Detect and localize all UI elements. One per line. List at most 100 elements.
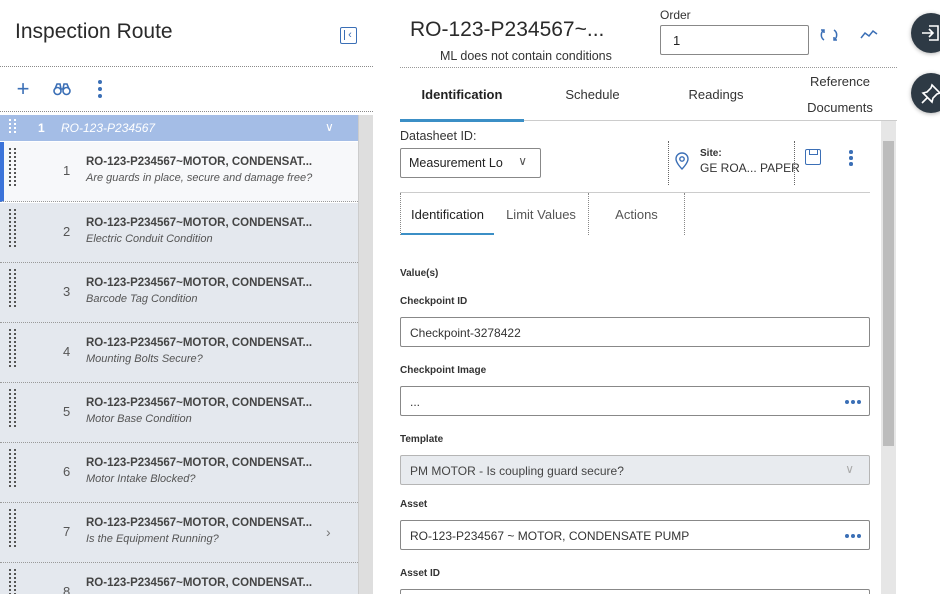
chevron-down-icon: ∨ <box>845 462 854 476</box>
list-item[interactable]: 1 RO-123-P234567~MOTOR, CONDENSAT... Are… <box>0 142 358 202</box>
trend-chart-icon[interactable] <box>860 27 880 45</box>
item-title: RO-123-P234567~MOTOR, CONDENSAT... <box>86 577 313 589</box>
subtab-identification[interactable]: Identification <box>400 193 494 235</box>
more-options-icon[interactable] <box>849 150 853 166</box>
tab-label: Documents <box>807 99 873 115</box>
chevron-right-icon[interactable]: › <box>326 524 331 540</box>
section-label: Value(s) <box>400 268 439 279</box>
template-select: PM MOTOR - Is coupling guard secure? ∨ <box>400 455 870 485</box>
field-value: PM MOTOR - Is coupling guard secure? <box>410 464 624 478</box>
item-number: 8 <box>63 584 71 594</box>
checkpoint-image-field[interactable]: ... <box>400 386 870 416</box>
ellipsis-icon[interactable] <box>845 534 861 538</box>
list-item[interactable]: 2 RO-123-P234567~MOTOR, CONDENSAT... Ele… <box>0 203 358 263</box>
item-number: 6 <box>63 464 71 479</box>
item-subtitle: Barcode Tag Condition <box>86 293 198 305</box>
checkpoint-detail-panel: RO-123-P234567~... ML does not contain c… <box>400 0 897 594</box>
item-subtitle: Is the Equipment Running? <box>86 533 219 545</box>
checkpoint-id-field[interactable]: Checkpoint-3278422 <box>400 317 870 347</box>
item-number: 4 <box>63 344 71 359</box>
drag-handle-icon[interactable] <box>9 569 17 594</box>
drag-handle-icon[interactable] <box>9 209 17 247</box>
datasheet-select[interactable]: Measurement Lo ∨ <box>400 148 541 178</box>
item-title: RO-123-P234567~MOTOR, CONDENSAT... <box>86 397 313 409</box>
divider <box>0 111 373 112</box>
list-item[interactable]: 8 RO-123-P234567~MOTOR, CONDENSAT... <box>0 563 358 594</box>
divider <box>0 66 373 67</box>
collapse-panel-icon[interactable]: ‹ <box>340 27 357 44</box>
page-title: RO-123-P234567~... <box>410 18 605 41</box>
item-number: 3 <box>63 284 71 299</box>
drag-handle-icon[interactable] <box>9 269 17 307</box>
asset-label: Asset <box>400 499 428 510</box>
tab-identification[interactable]: Identification <box>400 68 524 122</box>
subtab-limit-values[interactable]: Limit Values <box>494 193 589 235</box>
checkpoint-id-label: Checkpoint ID <box>400 296 468 307</box>
item-title: RO-123-P234567~MOTOR, CONDENSAT... <box>86 337 313 349</box>
ellipsis-icon[interactable] <box>845 400 861 404</box>
list-item[interactable]: 6 RO-123-P234567~MOTOR, CONDENSAT... Mot… <box>0 443 358 503</box>
list-item[interactable]: 4 RO-123-P234567~MOTOR, CONDENSAT... Mou… <box>0 323 358 383</box>
asset-id-label: Asset ID <box>400 568 441 579</box>
datasheet-label: Datasheet ID: <box>400 129 477 143</box>
tab-reference-documents[interactable]: Reference Documents <box>790 68 890 121</box>
panel-title: Inspection Route <box>15 20 173 43</box>
item-title: RO-123-P234567~MOTOR, CONDENSAT... <box>86 217 313 229</box>
tab-readings[interactable]: Readings <box>661 68 771 121</box>
list-item[interactable]: 3 RO-123-P234567~MOTOR, CONDENSAT... Bar… <box>0 263 358 323</box>
site-info: Site: GE ROA... PAPER <box>668 141 800 185</box>
item-title: RO-123-P234567~MOTOR, CONDENSAT... <box>86 457 313 469</box>
asset-field[interactable]: RO-123-P234567 ~ MOTOR, CONDENSATE PUMP <box>400 520 870 550</box>
pin-icon[interactable] <box>911 73 940 113</box>
route-header[interactable]: 1 RO-123-P234567 ∨ <box>0 115 358 141</box>
asset-id-field[interactable] <box>400 589 870 594</box>
save-icon[interactable] <box>805 149 821 165</box>
item-subtitle: Motor Intake Blocked? <box>86 473 196 485</box>
item-subtitle: Mounting Bolts Secure? <box>86 353 203 365</box>
drag-handle-icon[interactable] <box>9 449 17 487</box>
subtab-actions[interactable]: Actions <box>589 193 685 235</box>
list-item[interactable]: 7 RO-123-P234567~MOTOR, CONDENSAT... Is … <box>0 503 358 563</box>
item-number: 1 <box>63 163 71 178</box>
route-toolbar: + <box>0 72 373 106</box>
location-pin-icon <box>675 152 689 170</box>
tab-label: Reference <box>810 73 870 89</box>
more-options-icon[interactable] <box>89 78 111 100</box>
site-label: Site: <box>700 148 722 159</box>
route-name: RO-123-P234567 <box>61 121 156 135</box>
drag-handle-icon[interactable] <box>9 119 17 133</box>
field-value: RO-123-P234567 ~ MOTOR, CONDENSATE PUMP <box>410 529 690 543</box>
field-value: ... <box>410 395 421 409</box>
app-window: Inspection Route ‹ + 1 RO-123-P234567 ∨ … <box>0 0 940 594</box>
list-item[interactable]: 5 RO-123-P234567~MOTOR, CONDENSAT... Mot… <box>0 383 358 443</box>
checkpoint-image-label: Checkpoint Image <box>400 365 487 376</box>
sign-in-icon[interactable] <box>911 13 940 53</box>
route-number: 1 <box>38 121 45 135</box>
chevron-down-icon: ∨ <box>518 154 527 168</box>
add-icon[interactable]: + <box>12 76 34 101</box>
sync-icon[interactable] <box>820 27 842 45</box>
scrollbar-thumb[interactable] <box>883 141 894 446</box>
item-title: RO-123-P234567~MOTOR, CONDENSAT... <box>86 517 313 529</box>
chevron-down-icon[interactable]: ∨ <box>325 120 334 134</box>
inspection-route-panel: Inspection Route ‹ + 1 RO-123-P234567 ∨ … <box>0 0 373 594</box>
order-label: Order <box>660 8 691 22</box>
item-title: RO-123-P234567~MOTOR, CONDENSAT... <box>86 277 313 289</box>
item-subtitle: Motor Base Condition <box>86 413 192 425</box>
drag-handle-icon[interactable] <box>9 329 17 367</box>
page-subtitle: ML does not contain conditions <box>440 49 612 63</box>
drag-handle-icon[interactable] <box>9 389 17 427</box>
list-scrollbar[interactable] <box>358 115 373 594</box>
item-subtitle: Are guards in place, secure and damage f… <box>86 172 313 184</box>
drag-handle-icon[interactable] <box>9 509 17 547</box>
drag-handle-icon[interactable] <box>9 148 17 186</box>
tab-schedule[interactable]: Schedule <box>524 68 661 121</box>
order-input[interactable] <box>660 25 809 55</box>
item-number: 5 <box>63 404 71 419</box>
site-value: GE ROA... PAPER <box>700 161 800 175</box>
detail-scrollbar[interactable] <box>881 121 896 594</box>
item-title: RO-123-P234567~MOTOR, CONDENSAT... <box>86 156 313 168</box>
binoculars-icon[interactable] <box>51 78 73 100</box>
template-label: Template <box>400 434 444 445</box>
checkpoint-list: 1 RO-123-P234567 ∨ 1 RO-123-P234567~MOTO… <box>0 115 358 594</box>
